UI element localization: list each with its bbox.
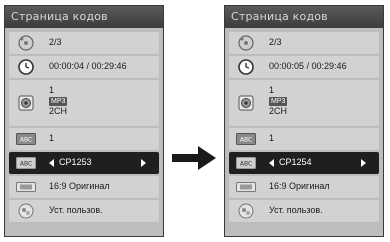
right-arrow-icon [172, 146, 216, 170]
subtitle-icon: ABC [15, 133, 37, 145]
audio-row[interactable]: 1 MP3 2CH [229, 80, 379, 126]
disc-icon [15, 34, 37, 52]
code-page-value: CP1253 [59, 157, 92, 167]
svg-text:ABC: ABC [20, 161, 32, 168]
screen-ratio-icon [235, 182, 257, 192]
menu-title: Страница кодов [5, 6, 163, 28]
disc-icon [235, 34, 257, 52]
user-setting-row[interactable]: Уст. пользов. [229, 200, 379, 222]
subtitle-row[interactable]: ABC 1 [229, 128, 379, 150]
time-value: 00:00:04 / 00:29:46 [49, 61, 127, 71]
time-value: 00:00:05 / 00:29:46 [269, 61, 347, 71]
subtitle-icon: ABC [235, 133, 257, 145]
audio-track: 1 [49, 85, 55, 95]
chapter-value: 2/3 [269, 37, 282, 47]
code-page-menu-before: Страница кодов 2/3 00:00:04 / 00:29:46 1… [4, 5, 164, 237]
left-arrow-icon[interactable] [269, 159, 274, 167]
subtitle-value: 1 [269, 133, 275, 143]
subtitle-row[interactable]: ABC 1 [9, 128, 159, 150]
code-page-value: CP1254 [279, 157, 312, 167]
code-page-row[interactable]: ABC CP1253 [9, 152, 159, 174]
svg-text:ABC: ABC [20, 137, 32, 144]
speaker-icon [15, 94, 37, 112]
code-page-menu-after: Страница кодов 2/3 00:00:05 / 00:29:46 1… [224, 5, 384, 237]
user-setting-row[interactable]: Уст. пользов. [9, 200, 159, 222]
speaker-icon [235, 94, 257, 112]
aspect-row[interactable]: 16:9 Оригинал [229, 176, 379, 198]
time-row[interactable]: 00:00:05 / 00:29:46 [229, 56, 379, 78]
user-setting-value: Уст. пользов. [49, 205, 103, 215]
audio-track: 1 [269, 85, 275, 95]
code-page-row[interactable]: ABC CP1254 [229, 152, 379, 174]
audio-format: MP3 [49, 97, 68, 106]
subtitle-value: 1 [49, 133, 55, 143]
time-row[interactable]: 00:00:04 / 00:29:46 [9, 56, 159, 78]
svg-text:ABC: ABC [240, 161, 252, 168]
menu-title: Страница кодов [225, 6, 383, 28]
screen-ratio-icon [15, 182, 37, 192]
left-arrow-icon[interactable] [49, 159, 54, 167]
code-page-icon: ABC [15, 157, 37, 169]
user-setting-value: Уст. пользов. [269, 205, 323, 215]
right-arrow-icon[interactable] [361, 159, 366, 167]
user-setting-icon [235, 202, 257, 220]
clock-icon [15, 58, 37, 76]
chapter-row[interactable]: 2/3 [229, 32, 379, 54]
aspect-value: 16:9 Оригинал [49, 181, 110, 191]
aspect-value: 16:9 Оригинал [269, 181, 330, 191]
audio-format: MP3 [269, 97, 288, 106]
aspect-row[interactable]: 16:9 Оригинал [9, 176, 159, 198]
audio-row[interactable]: 1 MP3 2CH [9, 80, 159, 126]
audio-channels: 2CH [49, 106, 68, 116]
svg-text:ABC: ABC [240, 137, 252, 144]
clock-icon [235, 58, 257, 76]
chapter-value: 2/3 [49, 37, 62, 47]
right-arrow-icon[interactable] [141, 159, 146, 167]
chapter-row[interactable]: 2/3 [9, 32, 159, 54]
user-setting-icon [15, 202, 37, 220]
audio-channels: 2CH [269, 106, 288, 116]
code-page-icon: ABC [235, 157, 257, 169]
